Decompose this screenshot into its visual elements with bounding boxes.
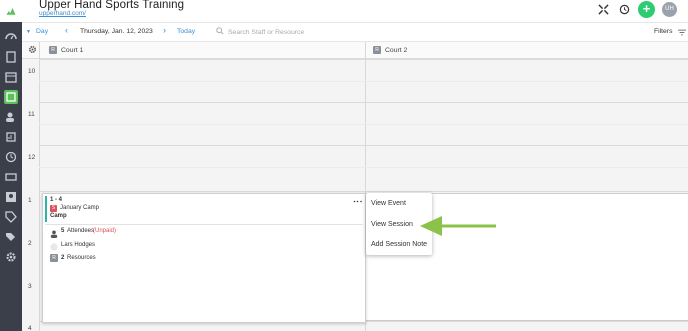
ticket-icon[interactable] — [4, 170, 18, 184]
clock-icon[interactable] — [4, 150, 18, 164]
half-hour-line — [39, 81, 688, 82]
menu-item-view-session[interactable]: View Session — [371, 221, 413, 228]
prev-day-chevron-icon[interactable]: ‹ — [65, 25, 68, 35]
hour-label: 2 — [28, 240, 32, 247]
attendees-label[interactable]: Attendees — [67, 228, 94, 234]
resource-badge: R — [49, 46, 57, 54]
column-settings-gear-icon[interactable] — [28, 45, 37, 56]
app-url-link[interactable]: upperhand.com/ — [39, 10, 86, 17]
today-button[interactable]: Today — [177, 28, 195, 35]
search-input[interactable] — [228, 26, 348, 39]
next-day-chevron-icon[interactable]: › — [163, 25, 166, 35]
column-divider — [39, 42, 40, 59]
hour-label: 11 — [28, 111, 35, 118]
expand-icon[interactable] — [596, 2, 611, 17]
tags-icon[interactable] — [4, 230, 18, 244]
staff-name: Lars Hodges — [61, 242, 96, 248]
settings-gear-icon[interactable] — [4, 250, 18, 264]
resources-label[interactable]: Resources — [67, 255, 96, 261]
menu-item-add-session-note[interactable]: Add Session Note — [371, 241, 427, 248]
unpaid-status: (Unpaid) — [93, 228, 117, 234]
hour-line — [39, 102, 688, 103]
dashboard-icon[interactable] — [4, 30, 18, 44]
hour-label: 12 — [28, 154, 36, 161]
view-selector[interactable]: Day — [36, 28, 48, 35]
hour-line — [39, 145, 688, 146]
hour-label: 3 — [28, 283, 32, 290]
attendees-count: 5 — [61, 228, 65, 234]
avatar[interactable]: UH — [662, 2, 677, 17]
session-badge: S — [50, 205, 57, 212]
staff-avatar-icon — [50, 243, 58, 253]
reports-icon[interactable] — [4, 130, 18, 144]
card-divider — [45, 224, 363, 225]
calendar-icon[interactable] — [4, 70, 18, 84]
hour-line — [39, 191, 688, 192]
time-column-divider — [39, 59, 40, 331]
book-icon[interactable] — [4, 50, 18, 64]
event-card[interactable]: 1 - 4 S January Camp Camp ⋮ 5 Attendees … — [42, 193, 366, 323]
history-clock-icon[interactable] — [617, 2, 632, 17]
app-header: Upper Hand Sports Training upperhand.com… — [22, 0, 688, 22]
column-header-court-2[interactable]: Court 2 — [385, 47, 407, 54]
hour-label: 1 — [28, 197, 32, 204]
contacts-icon[interactable] — [4, 190, 18, 204]
column-headers: R Court 1 R Court 2 — [22, 42, 688, 59]
sidebar-nav — [0, 0, 22, 331]
search-icon — [216, 27, 224, 37]
event-name[interactable]: January Camp — [60, 205, 99, 211]
users-icon[interactable] — [4, 110, 18, 124]
event-type: Camp — [50, 213, 67, 219]
resource-icon: R — [50, 254, 58, 262]
half-hour-line — [39, 124, 688, 125]
column-header-court-1[interactable]: Court 1 — [61, 47, 83, 54]
filters-button[interactable]: Filters — [654, 28, 673, 35]
event-time: 1 - 4 — [50, 197, 63, 203]
hour-label: 4 — [28, 325, 32, 331]
tag-icon[interactable] — [4, 210, 18, 224]
chevron-down-icon[interactable]: ▼ — [26, 29, 31, 35]
calendar-toolbar: ▼ Day ‹ Thursday, Jan. 12, 2023 › Today … — [22, 22, 688, 42]
add-button[interactable]: + — [638, 1, 655, 18]
resources-count: 2 — [61, 255, 65, 261]
person-icon — [50, 230, 58, 240]
annotation-arrow-icon — [420, 216, 496, 236]
schedule-icon[interactable] — [4, 90, 18, 104]
resource-badge: R — [373, 46, 381, 54]
more-options-icon[interactable]: ⋮ — [353, 197, 363, 205]
column-divider — [365, 42, 366, 59]
filter-lines-icon[interactable] — [678, 29, 686, 38]
app-logo-icon[interactable] — [0, 0, 22, 22]
event-accent-bar — [45, 196, 47, 222]
half-hour-line — [39, 167, 688, 168]
menu-item-view-event[interactable]: View Event — [371, 200, 406, 207]
current-date-label[interactable]: Thursday, Jan. 12, 2023 — [80, 28, 153, 35]
hour-line — [39, 59, 688, 60]
hour-label: 10 — [28, 68, 36, 75]
